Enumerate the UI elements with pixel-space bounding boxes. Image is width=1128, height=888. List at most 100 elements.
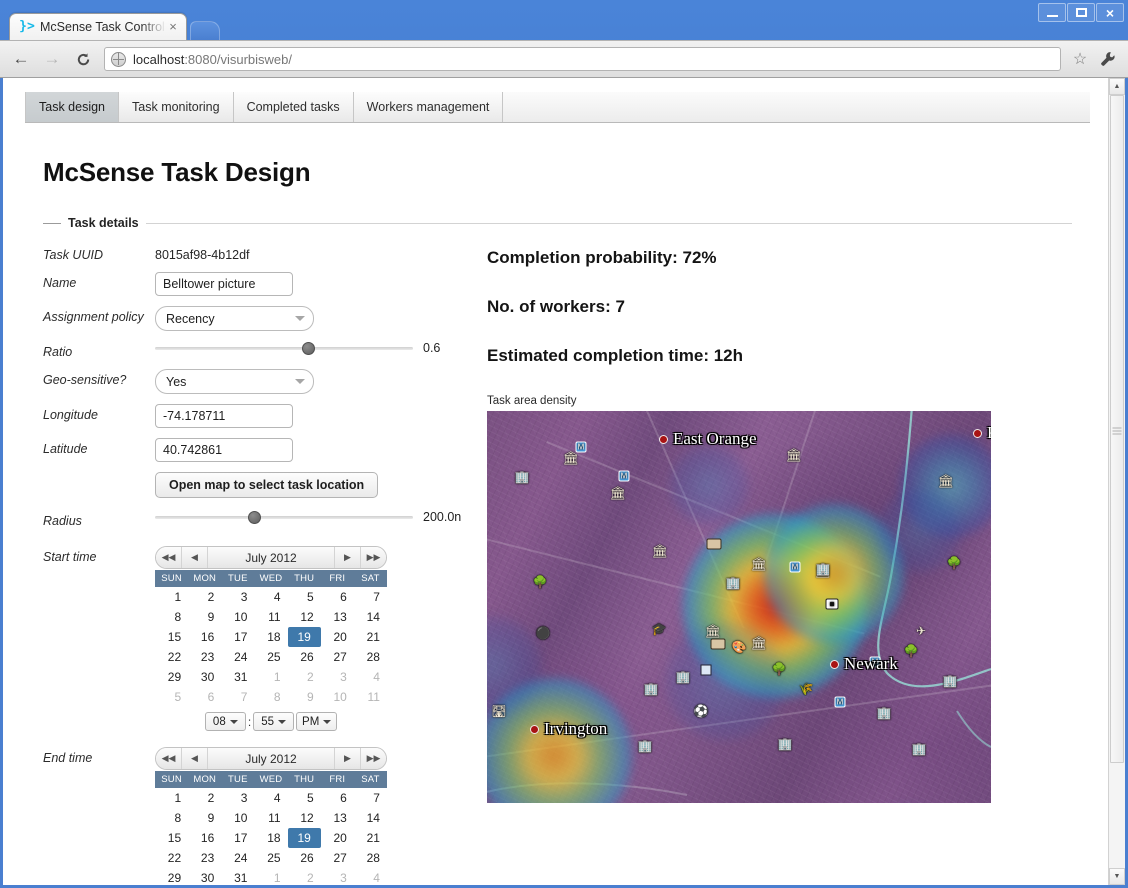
calendar-day[interactable]: 20: [321, 627, 354, 647]
calendar-day[interactable]: 3: [321, 868, 354, 885]
calendar-day[interactable]: 13: [321, 607, 354, 627]
meridiem-select[interactable]: PM: [296, 712, 338, 731]
calendar-next-button[interactable]: ▶: [334, 547, 360, 568]
calendar-day[interactable]: 11: [354, 687, 387, 707]
calendar-day[interactable]: 2: [288, 868, 321, 885]
calendar-day[interactable]: 5: [155, 687, 188, 707]
calendar-day[interactable]: 6: [321, 788, 354, 808]
calendar-day[interactable]: 15: [155, 627, 188, 647]
calendar-day[interactable]: 20: [321, 828, 354, 848]
calendar-day[interactable]: 12: [288, 607, 321, 627]
calendar-last-button[interactable]: ▶▶: [360, 748, 386, 769]
minute-select[interactable]: 55: [253, 712, 295, 731]
scrollbar-track[interactable]: [1109, 95, 1125, 868]
close-window-button[interactable]: ×: [1096, 3, 1124, 22]
name-input[interactable]: [155, 272, 293, 296]
calendar-day[interactable]: 6: [188, 687, 221, 707]
calendar-last-button[interactable]: ▶▶: [360, 547, 386, 568]
calendar-day[interactable]: 12: [288, 808, 321, 828]
geosensitive-select[interactable]: Yes: [155, 369, 314, 394]
calendar-day[interactable]: 6: [321, 587, 354, 607]
new-tab-button[interactable]: [190, 21, 220, 40]
calendar-day[interactable]: 28: [354, 848, 387, 868]
calendar-day[interactable]: 10: [221, 808, 254, 828]
maximize-window-button[interactable]: [1067, 3, 1095, 22]
address-bar[interactable]: localhost:8080/visurbisweb/: [104, 47, 1061, 71]
calendar-day[interactable]: 17: [221, 627, 254, 647]
calendar-day[interactable]: 14: [354, 808, 387, 828]
calendar-day[interactable]: 22: [155, 848, 188, 868]
calendar-day[interactable]: 27: [321, 848, 354, 868]
tab-workers-management[interactable]: Workers management: [353, 92, 504, 122]
calendar-day[interactable]: 29: [155, 868, 188, 885]
calendar-day[interactable]: 1: [155, 587, 188, 607]
calendar-day[interactable]: 9: [188, 808, 221, 828]
calendar-day[interactable]: 21: [354, 627, 387, 647]
calendar-day[interactable]: 17: [221, 828, 254, 848]
calendar-day[interactable]: 22: [155, 647, 188, 667]
calendar-day[interactable]: 4: [254, 788, 287, 808]
calendar-day[interactable]: 7: [354, 788, 387, 808]
calendar-day[interactable]: 29: [155, 667, 188, 687]
calendar-day[interactable]: 10: [321, 687, 354, 707]
calendar-day[interactable]: 13: [321, 808, 354, 828]
calendar-day[interactable]: 21: [354, 828, 387, 848]
calendar-day[interactable]: 24: [221, 647, 254, 667]
browser-menu-button[interactable]: [1096, 47, 1120, 71]
calendar-day[interactable]: 23: [188, 848, 221, 868]
calendar-next-button[interactable]: ▶: [334, 748, 360, 769]
tab-task-design[interactable]: Task design: [25, 92, 120, 122]
calendar-day[interactable]: 9: [288, 687, 321, 707]
forward-button[interactable]: →: [39, 46, 65, 72]
calendar-day[interactable]: 5: [288, 587, 321, 607]
ratio-slider-thumb[interactable]: [302, 342, 315, 355]
browser-tab-active[interactable]: }> McSense Task Control Co ×: [9, 13, 187, 40]
calendar-day[interactable]: 4: [354, 868, 387, 885]
calendar-first-button[interactable]: ◀◀: [156, 547, 182, 568]
tab-task-monitoring[interactable]: Task monitoring: [119, 92, 234, 122]
calendar-day[interactable]: 16: [188, 828, 221, 848]
tab-completed-tasks[interactable]: Completed tasks: [233, 92, 354, 122]
calendar-day[interactable]: 18: [254, 627, 287, 647]
calendar-day[interactable]: 16: [188, 627, 221, 647]
calendar-day[interactable]: 25: [254, 647, 287, 667]
calendar-day[interactable]: 11: [254, 607, 287, 627]
latitude-input[interactable]: [155, 438, 293, 462]
task-area-density-map[interactable]: M 🏛 🏢 M 🏛 🏛 🌳 🏛 🏛 🏛 🏛 🏢 🏢 M ■ ✈ M M 🌳 🌳 …: [487, 411, 991, 803]
calendar-day[interactable]: 1: [254, 868, 287, 885]
reload-button[interactable]: [70, 46, 96, 72]
calendar-prev-button[interactable]: ◀: [182, 547, 208, 568]
calendar-day[interactable]: 10: [221, 607, 254, 627]
calendar-day[interactable]: 8: [155, 607, 188, 627]
calendar-day[interactable]: 7: [354, 587, 387, 607]
calendar-day[interactable]: 5: [288, 788, 321, 808]
calendar-day[interactable]: 4: [254, 587, 287, 607]
ratio-slider[interactable]: [155, 341, 413, 355]
calendar-day[interactable]: 3: [221, 788, 254, 808]
calendar-day[interactable]: 9: [188, 607, 221, 627]
bookmark-star-icon[interactable]: ☆: [1069, 48, 1091, 70]
radius-slider[interactable]: [155, 510, 413, 524]
calendar-day[interactable]: 15: [155, 828, 188, 848]
radius-slider-thumb[interactable]: [248, 511, 262, 524]
calendar-day[interactable]: 8: [254, 687, 287, 707]
calendar-day[interactable]: 3: [321, 667, 354, 687]
calendar-day[interactable]: 2: [188, 788, 221, 808]
calendar-day[interactable]: 2: [288, 667, 321, 687]
close-tab-icon[interactable]: ×: [166, 20, 180, 34]
calendar-day[interactable]: 28: [354, 647, 387, 667]
calendar-day[interactable]: 4: [354, 667, 387, 687]
calendar-day[interactable]: 2: [188, 587, 221, 607]
calendar-day[interactable]: 26: [288, 647, 321, 667]
back-button[interactable]: ←: [8, 46, 34, 72]
open-map-button[interactable]: Open map to select task location: [155, 472, 379, 498]
calendar-day[interactable]: 18: [254, 828, 287, 848]
calendar-day[interactable]: 1: [155, 788, 188, 808]
calendar-day-selected[interactable]: 19: [287, 828, 321, 848]
page-scrollbar[interactable]: ▲ ▼: [1108, 78, 1125, 885]
calendar-day[interactable]: 11: [254, 808, 287, 828]
calendar-day[interactable]: 8: [155, 808, 188, 828]
assignment-policy-select[interactable]: Recency: [155, 306, 314, 331]
calendar-day[interactable]: 14: [354, 607, 387, 627]
scroll-down-button[interactable]: ▼: [1109, 868, 1125, 885]
